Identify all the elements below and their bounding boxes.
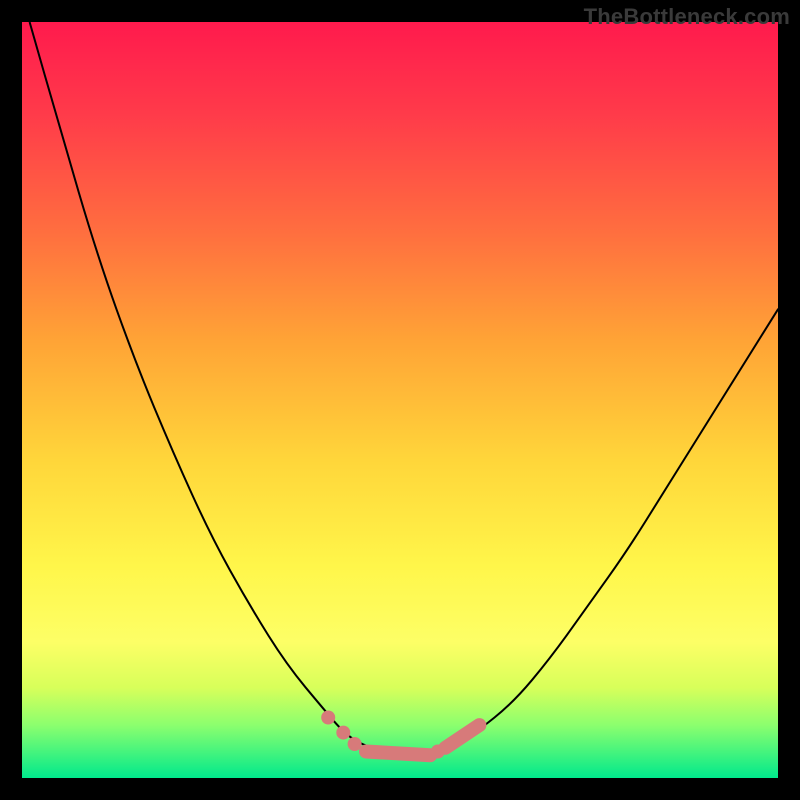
data-marker-dot [336, 726, 350, 740]
data-marker-segment [445, 725, 479, 748]
data-marker-segment [366, 752, 430, 756]
data-marker-dot [321, 711, 335, 725]
curve-path [30, 22, 778, 755]
marker-layer [321, 711, 479, 759]
bottleneck-chart [22, 22, 778, 778]
data-marker-dot [348, 737, 362, 751]
